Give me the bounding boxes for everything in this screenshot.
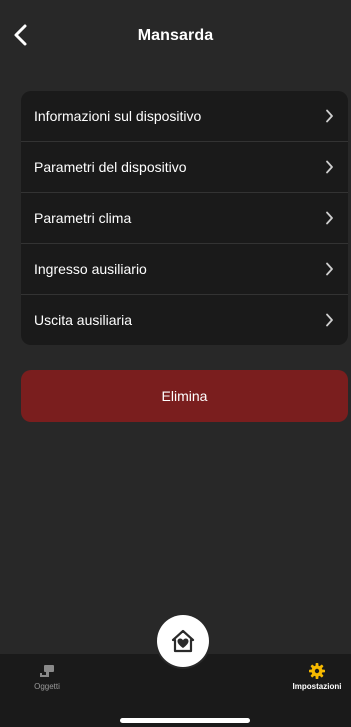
chevron-right-icon — [326, 262, 333, 276]
menu-item-climate-params[interactable]: Parametri clima — [21, 192, 348, 243]
menu-item-device-info[interactable]: Informazioni sul dispositivo — [21, 91, 348, 141]
nav-label: Impostazioni — [292, 682, 342, 691]
menu-item-label: Uscita ausiliaria — [34, 312, 133, 328]
menu-item-label: Ingresso ausiliario — [34, 261, 147, 277]
menu-item-aux-input[interactable]: Ingresso ausiliario — [21, 243, 348, 294]
nav-item-settings[interactable]: Impostazioni — [287, 662, 347, 691]
nav-label: Oggetti — [34, 682, 60, 691]
menu-item-aux-output[interactable]: Uscita ausiliaria — [21, 294, 348, 345]
menu-item-label: Parametri del dispositivo — [34, 159, 187, 175]
chevron-right-icon — [326, 313, 333, 327]
home-heart-icon — [171, 629, 195, 653]
nav-item-objects[interactable]: Oggetti — [27, 662, 67, 691]
chevron-right-icon — [326, 160, 333, 174]
chevron-right-icon — [326, 211, 333, 225]
camera-icon — [40, 665, 54, 677]
delete-button[interactable]: Elimina — [21, 370, 348, 422]
menu-item-device-params[interactable]: Parametri del dispositivo — [21, 141, 348, 192]
menu-item-label: Parametri clima — [34, 210, 132, 226]
header: Mansarda — [0, 0, 351, 70]
page-title: Mansarda — [137, 27, 214, 44]
gear-icon — [309, 663, 325, 679]
settings-menu: Informazioni sul dispositivo Parametri d… — [21, 91, 348, 345]
home-indicator — [120, 718, 250, 723]
chevron-right-icon — [326, 109, 333, 123]
home-button[interactable] — [157, 615, 209, 667]
menu-item-label: Informazioni sul dispositivo — [34, 108, 202, 124]
